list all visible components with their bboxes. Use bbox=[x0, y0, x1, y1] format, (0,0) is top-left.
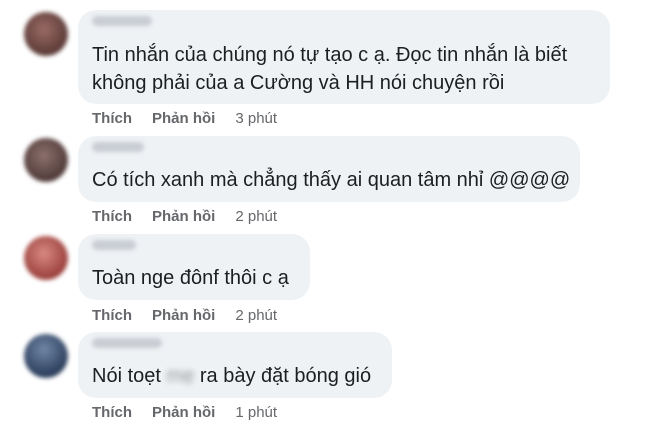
comment-text: ra bày đặt bóng gió bbox=[199, 365, 372, 387]
reply-button[interactable]: Phản hồi bbox=[152, 307, 215, 324]
comment-actions: Thích Phản hồi 1 phút bbox=[92, 400, 277, 424]
avatar[interactable] bbox=[24, 138, 68, 182]
comment-item: Nói toẹt mẹ ra bày đặt bóng gió Thích Ph… bbox=[0, 328, 660, 424]
reply-button[interactable]: Phản hồi bbox=[152, 208, 215, 225]
like-button[interactable]: Thích bbox=[92, 110, 132, 127]
avatar[interactable] bbox=[24, 12, 68, 56]
author-name[interactable] bbox=[92, 338, 162, 348]
reply-button[interactable]: Phản hồi bbox=[152, 110, 215, 127]
comment-text-line: không phải của a Cường và HH nói chuyện … bbox=[92, 72, 505, 94]
timestamp[interactable]: 1 phút bbox=[235, 404, 277, 421]
author-name[interactable] bbox=[92, 142, 144, 152]
comment-item: Tin nhắn của chúng nó tự tạo c ạ. Đọc ti… bbox=[0, 0, 660, 130]
like-button[interactable]: Thích bbox=[92, 307, 132, 324]
comment-actions: Thích Phản hồi 2 phút bbox=[92, 204, 277, 228]
comment-bubble: Toàn nge đônf thôi c ạ bbox=[78, 234, 310, 300]
timestamp[interactable]: 2 phút bbox=[235, 208, 277, 225]
avatar[interactable] bbox=[24, 236, 68, 280]
comment-text-line: Toàn nge đônf thôi c ạ bbox=[92, 267, 289, 289]
comment-bubble: Tin nhắn của chúng nó tự tạo c ạ. Đọc ti… bbox=[78, 10, 610, 104]
comment-text-line: Tin nhắn của chúng nó tự tạo c ạ. Đọc ti… bbox=[92, 44, 568, 66]
comment-actions: Thích Phản hồi 3 phút bbox=[92, 106, 277, 130]
timestamp[interactable]: 2 phút bbox=[235, 307, 277, 324]
author-name[interactable] bbox=[92, 240, 136, 250]
comment-item: Có tích xanh mà chẳng thấy ai quan tâm n… bbox=[0, 130, 660, 230]
comment-text-line: Nói toẹt mẹ ra bày đặt bóng gió bbox=[92, 361, 371, 391]
author-name[interactable] bbox=[92, 16, 152, 26]
comment-bubble: Nói toẹt mẹ ra bày đặt bóng gió bbox=[78, 332, 392, 398]
avatar[interactable] bbox=[24, 334, 68, 378]
censored-word: mẹ bbox=[166, 365, 195, 387]
comment-actions: Thích Phản hồi 2 phút bbox=[92, 303, 277, 327]
comment-text: Nói toẹt bbox=[92, 365, 161, 387]
like-button[interactable]: Thích bbox=[92, 208, 132, 225]
comment-text-line: Có tích xanh mà chẳng thấy ai quan tâm n… bbox=[92, 169, 571, 191]
comment-bubble: Có tích xanh mà chẳng thấy ai quan tâm n… bbox=[78, 136, 580, 202]
timestamp[interactable]: 3 phút bbox=[235, 110, 277, 127]
like-button[interactable]: Thích bbox=[92, 404, 132, 421]
reply-button[interactable]: Phản hồi bbox=[152, 404, 215, 421]
comment-item: Toàn nge đônf thôi c ạ Thích Phản hồi 2 … bbox=[0, 230, 660, 328]
